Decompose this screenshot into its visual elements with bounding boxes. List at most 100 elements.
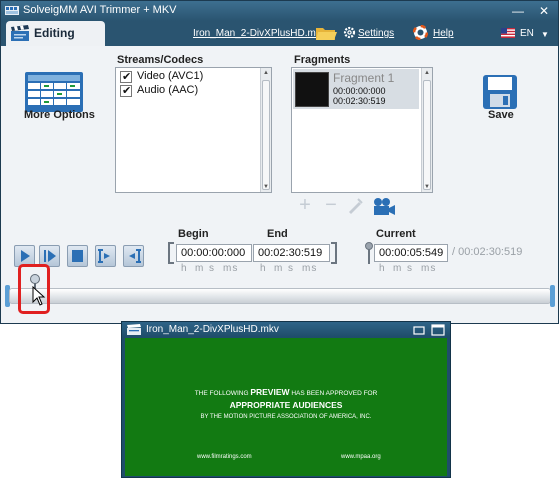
mpaa-preview-word: PREVIEW xyxy=(250,387,290,397)
end-time-field[interactable]: 00:02:30:519 xyxy=(253,244,330,262)
us-flag-icon xyxy=(501,28,515,38)
unit-label: s xyxy=(209,263,215,274)
unit-label: h xyxy=(260,263,267,274)
fragment-name: Fragment 1 xyxy=(333,71,395,85)
streams-scrollbar[interactable]: ▲ ▼ xyxy=(260,68,271,192)
add-fragment-icon[interactable]: + xyxy=(294,195,316,217)
minimize-button[interactable]: — xyxy=(507,3,529,19)
stop-icon xyxy=(72,250,83,262)
preview-title: Iron_Man_2-DivXPlusHD.mkv xyxy=(146,324,279,335)
scroll-down-icon[interactable]: ▼ xyxy=(422,182,432,192)
unit-label: ms xyxy=(421,263,437,274)
begin-label: Begin xyxy=(178,228,209,240)
timeline-track[interactable] xyxy=(9,288,551,304)
unit-label: ms xyxy=(302,263,318,274)
settings-link[interactable]: Settings xyxy=(358,28,394,39)
preview-title-bar[interactable]: Iron_Man_2-DivXPlusHD.mkv xyxy=(122,322,450,337)
play-icon xyxy=(21,250,30,262)
video-camera-icon[interactable] xyxy=(372,197,396,216)
fragment-start-time: 00:00:00:000 xyxy=(333,86,386,96)
file-name-link[interactable]: Iron_Man_2-DivXPlusHD.mkv xyxy=(193,28,326,39)
mpaa-text: THE FOLLOWING xyxy=(194,390,249,397)
unit-label: m xyxy=(195,263,205,274)
mpaa-line-1: THE FOLLOWING PREVIEW HAS BEEN APPROVED … xyxy=(125,387,447,397)
unit-label: ms xyxy=(223,263,239,274)
unit-label: m xyxy=(274,263,284,274)
unit-label: h xyxy=(379,263,386,274)
open-folder-icon[interactable] xyxy=(315,25,338,42)
scroll-thumb[interactable] xyxy=(262,80,270,190)
remove-fragment-icon[interactable]: − xyxy=(320,195,342,217)
fragments-scrollbar[interactable]: ▲ ▼ xyxy=(421,68,432,192)
scroll-up-icon[interactable]: ▲ xyxy=(261,68,271,78)
current-units: h m s ms xyxy=(379,263,439,274)
begin-units: h m s ms xyxy=(181,263,241,274)
tab-editing[interactable]: Editing xyxy=(6,21,105,46)
language-selector[interactable]: EN xyxy=(520,28,534,39)
chevron-down-icon[interactable]: ▼ xyxy=(541,30,549,39)
set-end-marker-icon xyxy=(129,249,141,263)
tab-editing-label: Editing xyxy=(34,26,75,40)
help-link[interactable]: Help xyxy=(433,28,454,39)
total-duration: / 00:02:30:519 xyxy=(452,246,523,258)
stream-label: Audio (AAC) xyxy=(137,84,199,96)
mpaa-url-right: www.mpaa.org xyxy=(341,454,381,460)
gear-icon[interactable] xyxy=(343,26,356,39)
end-units: h m s ms xyxy=(260,263,320,274)
save-disk-icon[interactable] xyxy=(482,74,518,110)
timeline-slider[interactable] xyxy=(5,285,555,307)
main-window: SolveigMM AVI Trimmer + MKV — ✕ Editing … xyxy=(0,0,559,324)
preview-window: Iron_Man_2-DivXPlusHD.mkv THE FOLLOWING … xyxy=(121,321,451,478)
clear-fragments-icon[interactable] xyxy=(346,197,364,215)
unit-label: m xyxy=(393,263,403,274)
checkbox-checked-icon[interactable] xyxy=(120,84,132,97)
window-title: SolveigMM AVI Trimmer + MKV xyxy=(23,4,177,16)
play-selection-icon xyxy=(44,250,56,262)
scroll-up-icon[interactable]: ▲ xyxy=(422,68,432,78)
fragment-toolbar: + − xyxy=(292,194,400,218)
fragment-thumbnail xyxy=(295,72,329,107)
current-label: Current xyxy=(376,228,416,240)
fragments-title: Fragments xyxy=(294,54,351,66)
begin-time-field[interactable]: 00:00:00:000 xyxy=(176,244,252,262)
clapperboard-icon xyxy=(127,324,141,335)
current-time-field[interactable]: 00:00:05:549 xyxy=(374,244,448,262)
highlight-annotation xyxy=(18,264,50,314)
close-button[interactable]: ✕ xyxy=(533,3,555,19)
screenshot-stage: SolveigMM AVI Trimmer + MKV — ✕ Editing … xyxy=(0,0,560,480)
stop-button[interactable] xyxy=(67,245,88,267)
more-options-button[interactable]: More Options xyxy=(24,109,95,121)
title-bar[interactable]: SolveigMM AVI Trimmer + MKV — ✕ xyxy=(1,1,558,21)
unit-label: h xyxy=(181,263,188,274)
restore-window-icon[interactable] xyxy=(413,325,425,335)
set-end-marker-button[interactable] xyxy=(123,245,144,267)
checkbox-checked-icon[interactable] xyxy=(120,70,132,83)
video-preview[interactable]: THE FOLLOWING PREVIEW HAS BEEN APPROVED … xyxy=(125,338,447,476)
save-button[interactable]: Save xyxy=(488,109,514,121)
mpaa-line-3: BY THE MOTION PICTURE ASSOCIATION OF AME… xyxy=(200,414,372,420)
timeline-end-handle[interactable] xyxy=(550,285,555,307)
help-lifebuoy-icon[interactable] xyxy=(413,25,428,40)
maximize-window-icon[interactable] xyxy=(431,324,445,336)
editing-panel: More Options Streams/Codecs Video (AVC1)… xyxy=(1,46,558,323)
range-bracket-right xyxy=(331,242,337,264)
app-logo-icon xyxy=(5,6,19,15)
set-begin-marker-icon xyxy=(98,249,110,263)
mpaa-url-left: www.filmratings.com xyxy=(197,454,252,460)
clapperboard-icon xyxy=(11,25,29,41)
end-label: End xyxy=(267,228,288,240)
top-toolbar: Editing Iron_Man_2-DivXPlusHD.mkv Settin… xyxy=(1,21,558,46)
stream-label: Video (AVC1) xyxy=(137,70,204,82)
mpaa-line-2: APPROPRIATE AUDIENCES xyxy=(229,400,343,410)
more-options-icon[interactable] xyxy=(25,72,83,112)
streams-title: Streams/Codecs xyxy=(117,54,204,66)
streams-list[interactable]: Video (AVC1) Audio (AAC) ▲ ▼ xyxy=(115,67,272,193)
fragments-list[interactable]: Fragment 1 00:00:00:000 00:02:30:519 ▲ ▼ xyxy=(291,67,433,193)
scroll-down-icon[interactable]: ▼ xyxy=(261,182,271,192)
scroll-thumb[interactable] xyxy=(423,80,431,190)
range-bracket-left xyxy=(168,242,174,264)
fragment-end-time: 00:02:30:519 xyxy=(333,96,386,106)
mpaa-text: HAS BEEN APPROVED FOR xyxy=(291,390,378,397)
set-begin-marker-button[interactable] xyxy=(95,245,116,267)
fragment-item[interactable]: Fragment 1 00:00:00:000 00:02:30:519 xyxy=(293,69,419,109)
